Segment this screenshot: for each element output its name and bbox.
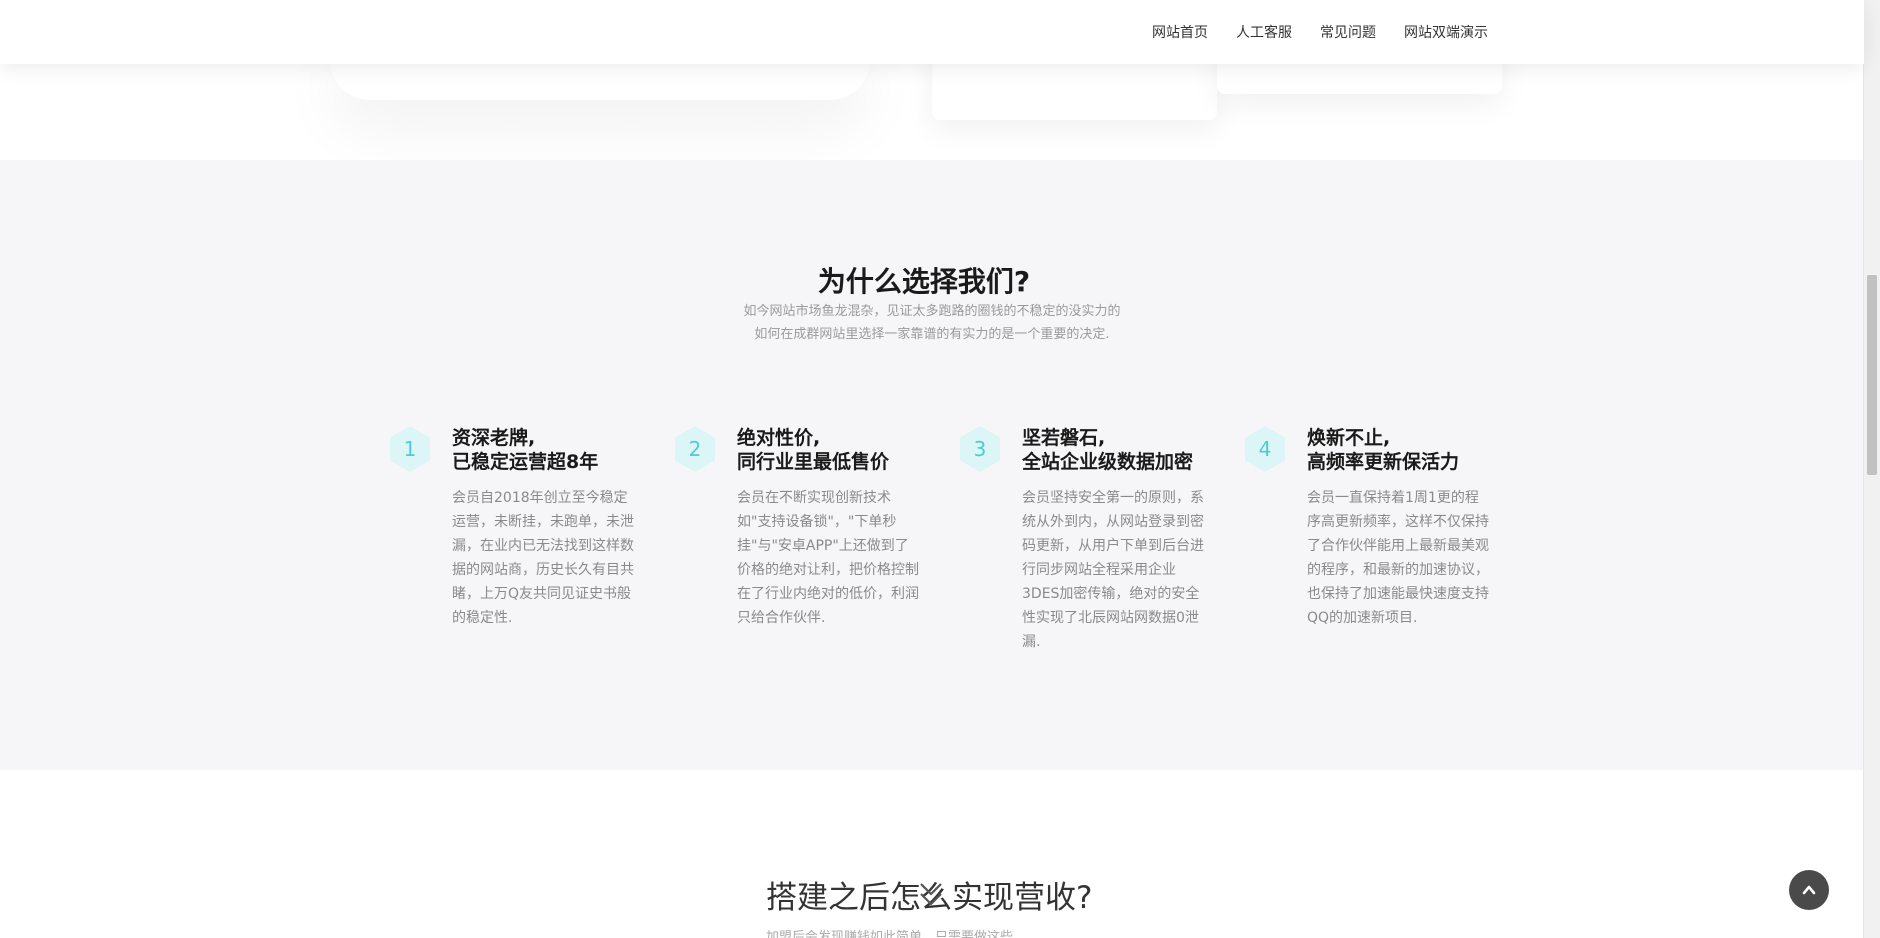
page: 网站首页 人工客服 常见问题 网站双端演示 为什么选择我们? 如今网站市场鱼龙混… xyxy=(0,0,1880,938)
feature-title-line: 全站企业级数据加密 xyxy=(1022,451,1194,473)
feature-description: 会员一直保持着1周1更的程序高更新频率，这样不仅保持了合作伙伴能用上最新最美观的… xyxy=(1307,490,1489,626)
feature-number-hexagon: 3 xyxy=(960,426,1000,472)
chevron-up-icon xyxy=(1802,885,1816,895)
feature-title-line: 焕新不止, xyxy=(1307,427,1391,449)
nav-home-link[interactable]: 网站首页 xyxy=(1152,22,1208,42)
feature-title: 绝对性价, 同行业里最低售价 xyxy=(737,426,937,474)
feature-title: 资深老牌, 已稳定运营超8年 xyxy=(452,426,652,474)
subtitle-line: 如今网站市场鱼龙混杂，见证太多跑路的圈钱的不稳定的没实力的 xyxy=(743,304,1121,319)
feature-description: 会员在不断实现创新技术如"支持设备锁"，"下单秒挂"与"安卓APP"上还做到了价… xyxy=(737,490,919,626)
revenue-section: 搭建之后怎么实现营收? 加盟后会发现赚钱如此简单，只需要做这些 xyxy=(0,770,1864,938)
section-subtitle: 加盟后会发现赚钱如此简单，只需要做这些 xyxy=(766,930,1014,938)
feature-title-line: 高频率更新保活力 xyxy=(1307,451,1460,473)
feature-title-line: 绝对性价, xyxy=(737,427,821,449)
nav-support-link[interactable]: 人工客服 xyxy=(1236,22,1292,42)
double-chevron-down-icon xyxy=(920,883,942,906)
top-navigation-bar: 网站首页 人工客服 常见问题 网站双端演示 xyxy=(0,0,1864,64)
feature-title-line: 资深老牌, xyxy=(452,427,536,449)
page-scrollbar[interactable] xyxy=(1863,0,1880,938)
feature-number-hexagon: 1 xyxy=(390,426,430,472)
feature-title-line: 已稳定运营超8年 xyxy=(452,451,599,473)
feature-title-line: 坚若磐石, xyxy=(1022,427,1106,449)
section-title: 为什么选择我们? xyxy=(817,265,1031,298)
feature-number-hexagon: 4 xyxy=(1245,426,1285,472)
feature-description: 会员坚持安全第一的原则，系统从外到内，从网站登录到密码更新，从用户下单到后台进行… xyxy=(1022,490,1204,650)
scrollbar-thumb[interactable] xyxy=(1867,275,1877,475)
nav-demo-link[interactable]: 网站双端演示 xyxy=(1404,22,1488,42)
feature-title-line: 同行业里最低售价 xyxy=(737,451,890,473)
main-nav: 网站首页 人工客服 常见问题 网站双端演示 xyxy=(1152,0,1488,64)
back-to-top-button[interactable] xyxy=(1789,870,1829,910)
subtitle-line: 如何在成群网站里选择一家靠谱的有实力的是一个重要的决定. xyxy=(754,327,1110,342)
feature-title: 焕新不止, 高频率更新保活力 xyxy=(1307,426,1507,474)
feature-title: 坚若磐石, 全站企业级数据加密 xyxy=(1022,426,1222,474)
nav-faq-link[interactable]: 常见问题 xyxy=(1320,22,1376,42)
feature-description: 会员自2018年创立至今稳定运营，未断挂，未跑单，未泄漏，在业内已无法找到这样数… xyxy=(452,490,634,626)
section-subtitle: 如今网站市场鱼龙混杂，见证太多跑路的圈钱的不稳定的没实力的 如何在成群网站里选择… xyxy=(0,300,1864,346)
why-choose-us-section: 为什么选择我们? 如今网站市场鱼龙混杂，见证太多跑路的圈钱的不稳定的没实力的 如… xyxy=(0,160,1864,770)
feature-number-hexagon: 2 xyxy=(675,426,715,472)
